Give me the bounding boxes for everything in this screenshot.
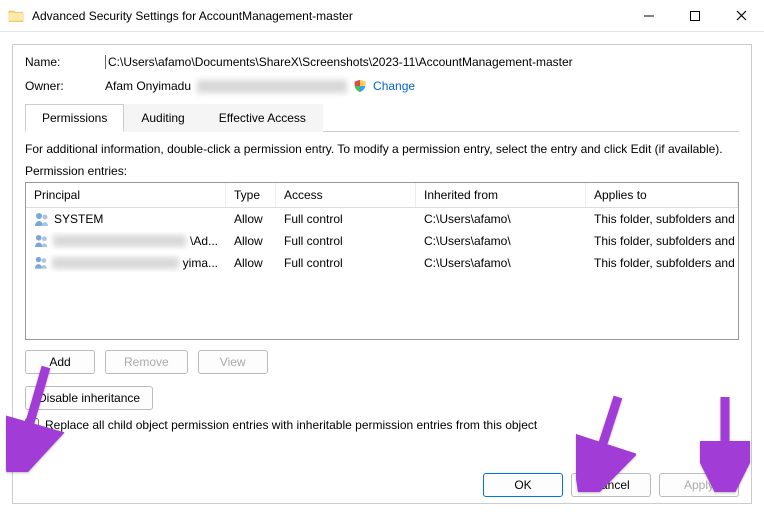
- inherited-cell: C:\Users\afamo\: [416, 254, 586, 272]
- permission-grid: Principal Type Access Inherited from App…: [25, 182, 739, 340]
- access-cell: Full control: [276, 210, 416, 228]
- replace-children-row: Replace all child object permission entr…: [25, 418, 739, 432]
- name-row: Name: C:\Users\afamo\Documents\ShareX\Sc…: [25, 55, 739, 69]
- remove-button[interactable]: Remove: [105, 350, 188, 374]
- owner-row: Owner: Afam Onyimadu Change: [25, 79, 739, 93]
- name-label: Name:: [25, 55, 105, 69]
- col-type[interactable]: Type: [226, 183, 276, 207]
- replace-children-label: Replace all child object permission entr…: [45, 418, 537, 432]
- folder-icon: [8, 8, 24, 24]
- view-button[interactable]: View: [198, 350, 268, 374]
- apply-button[interactable]: Apply: [659, 473, 739, 497]
- cancel-button[interactable]: Cancel: [571, 473, 651, 497]
- entries-label: Permission entries:: [25, 164, 739, 178]
- maximize-button[interactable]: [672, 0, 718, 31]
- name-value: C:\Users\afamo\Documents\ShareX\Screensh…: [105, 55, 739, 69]
- users-icon: [34, 256, 48, 270]
- window-controls: [626, 0, 764, 31]
- users-icon: [34, 234, 49, 248]
- access-cell: Full control: [276, 232, 416, 250]
- table-row[interactable]: \Ad... AllowFull controlC:\Users\afamo\Th…: [26, 230, 738, 252]
- owner-value: Afam Onyimadu: [105, 79, 191, 93]
- applies-cell: This folder, subfolders and files: [586, 254, 738, 272]
- type-cell: Allow: [226, 232, 276, 250]
- applies-cell: This folder, subfolders and files: [586, 210, 738, 228]
- col-access[interactable]: Access: [276, 183, 416, 207]
- entry-buttons: Add Remove View: [25, 350, 739, 374]
- replace-children-checkbox[interactable]: [25, 418, 39, 432]
- ok-button[interactable]: OK: [483, 473, 563, 497]
- info-text: For additional information, double-click…: [25, 142, 739, 156]
- owner-account-redacted: [197, 80, 347, 93]
- close-button[interactable]: [718, 0, 764, 31]
- table-row[interactable]: yima... AllowFull controlC:\Users\afamo\T…: [26, 252, 738, 274]
- title-bar: Advanced Security Settings for AccountMa…: [0, 0, 764, 32]
- shield-icon: [353, 79, 367, 93]
- principal-text: \Ad...: [190, 234, 218, 248]
- principal-text: SYSTEM: [54, 212, 103, 226]
- footer-buttons: OK Cancel Apply: [483, 473, 739, 497]
- col-applies[interactable]: Applies to: [586, 183, 738, 207]
- type-cell: Allow: [226, 254, 276, 272]
- disable-inheritance-button[interactable]: Disable inheritance: [25, 386, 153, 410]
- principal-text: yima...: [183, 256, 218, 270]
- col-principal[interactable]: Principal: [26, 183, 226, 207]
- tab-effective-access[interactable]: Effective Access: [202, 104, 323, 132]
- grid-header: Principal Type Access Inherited from App…: [26, 183, 738, 208]
- add-button[interactable]: Add: [25, 350, 95, 374]
- owner-label: Owner:: [25, 79, 105, 93]
- minimize-button[interactable]: [626, 0, 672, 31]
- inherited-cell: C:\Users\afamo\: [416, 210, 586, 228]
- type-cell: Allow: [226, 210, 276, 228]
- table-row[interactable]: SYSTEM AllowFull controlC:\Users\afamo\Th…: [26, 208, 738, 230]
- dialog-body: Name: C:\Users\afamo\Documents\ShareX\Sc…: [12, 44, 752, 504]
- change-owner-link[interactable]: Change: [373, 79, 415, 93]
- users-icon: [34, 212, 50, 226]
- tabs: Permissions Auditing Effective Access: [25, 103, 739, 132]
- access-cell: Full control: [276, 254, 416, 272]
- tab-permissions[interactable]: Permissions: [25, 104, 124, 132]
- applies-cell: This folder, subfolders and files: [586, 232, 738, 250]
- col-inherited[interactable]: Inherited from: [416, 183, 586, 207]
- inherited-cell: C:\Users\afamo\: [416, 232, 586, 250]
- tab-auditing[interactable]: Auditing: [124, 104, 201, 132]
- window-title: Advanced Security Settings for AccountMa…: [32, 9, 626, 23]
